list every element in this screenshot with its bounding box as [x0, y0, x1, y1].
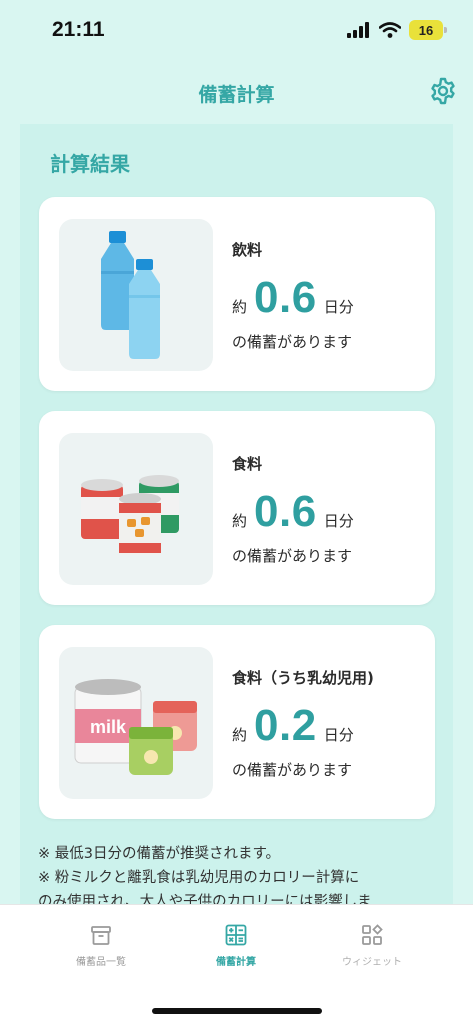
tab-label: 備蓄計算 [216, 957, 256, 968]
tab-label: ウィジェット [342, 957, 402, 968]
stock-caption: の備蓄があります [232, 547, 353, 565]
signal-icon [347, 22, 369, 38]
days-unit: 日分 [323, 298, 354, 316]
nav-header: 備蓄計算 [0, 62, 473, 124]
food-label: 食料 [232, 455, 263, 473]
baby-food-illustration: milk [59, 647, 213, 799]
approx-prefix: 約 [232, 726, 248, 744]
tab-stock-list[interactable]: 備蓄品一覧 [41, 923, 161, 968]
milk-can-label: milk [90, 717, 127, 737]
beverage-amount: 約 0.6 日分 [232, 273, 354, 323]
food-card: 食料 約 0.6 日分 の備蓄があります [39, 411, 435, 605]
food-amount: 約 0.6 日分 [232, 487, 354, 537]
beverage-card: 飲料 約 0.6 日分 の備蓄があります [39, 197, 435, 391]
status-time: 21:11 [52, 18, 105, 41]
box-icon [91, 926, 111, 945]
approx-prefix: 約 [232, 298, 248, 316]
note-line: ※ 最低3日分の備蓄が推奨されます。 [38, 846, 281, 862]
days-unit: 日分 [323, 512, 354, 530]
section-title: 計算結果 [50, 152, 130, 176]
infant-food-amount: 約 0.2 日分 [232, 701, 354, 751]
battery-icon: 16 [409, 20, 447, 40]
tab-label: 備蓄品一覧 [76, 957, 126, 968]
wifi-icon [379, 22, 401, 38]
calculator-icon [225, 924, 247, 946]
stock-caption: の備蓄があります [232, 333, 353, 351]
water-bottles-illustration [59, 219, 213, 371]
canned-food-illustration [59, 433, 213, 585]
note-line: のみ使用され、大人や子供のカロリーには影響しま [38, 894, 372, 904]
infant-food-card: milk 食料（うち乳幼児用) 約 0.2 日分 の備蓄があります [39, 625, 435, 819]
beverage-days-value: 0.6 [254, 273, 317, 322]
calculation-results-panel: 計算結果 飲料 約 0.6 日分 の備蓄があります 食料 約 0.6 日分 の備… [20, 124, 453, 904]
stock-caption: の備蓄があります [232, 761, 353, 779]
tab-widget[interactable]: ウィジェット [312, 923, 432, 968]
infant-food-label: 食料（うち乳幼児用) [232, 669, 374, 687]
widget-icon [362, 924, 383, 945]
tab-stock-calculation[interactable]: 備蓄計算 [176, 923, 296, 968]
status-bar: 21:11 16 [0, 0, 473, 62]
page-title: 備蓄計算 [198, 84, 275, 106]
notes: ※ 最低3日分の備蓄が推奨されます。 ※ 粉ミルクと離乳食は乳幼児用のカロリー計… [38, 842, 443, 904]
approx-prefix: 約 [232, 512, 248, 530]
tab-bar: 備蓄品一覧 備蓄計算 ウィジェット [0, 904, 473, 1024]
infant-food-days-value: 0.2 [254, 701, 317, 750]
status-icons: 16 [347, 20, 447, 40]
gear-icon[interactable] [429, 77, 457, 105]
days-unit: 日分 [323, 726, 354, 744]
home-indicator [152, 1008, 322, 1014]
beverage-label: 飲料 [232, 241, 263, 259]
food-days-value: 0.6 [254, 487, 317, 536]
note-line: ※ 粉ミルクと離乳食は乳幼児用のカロリー計算に [38, 870, 360, 886]
